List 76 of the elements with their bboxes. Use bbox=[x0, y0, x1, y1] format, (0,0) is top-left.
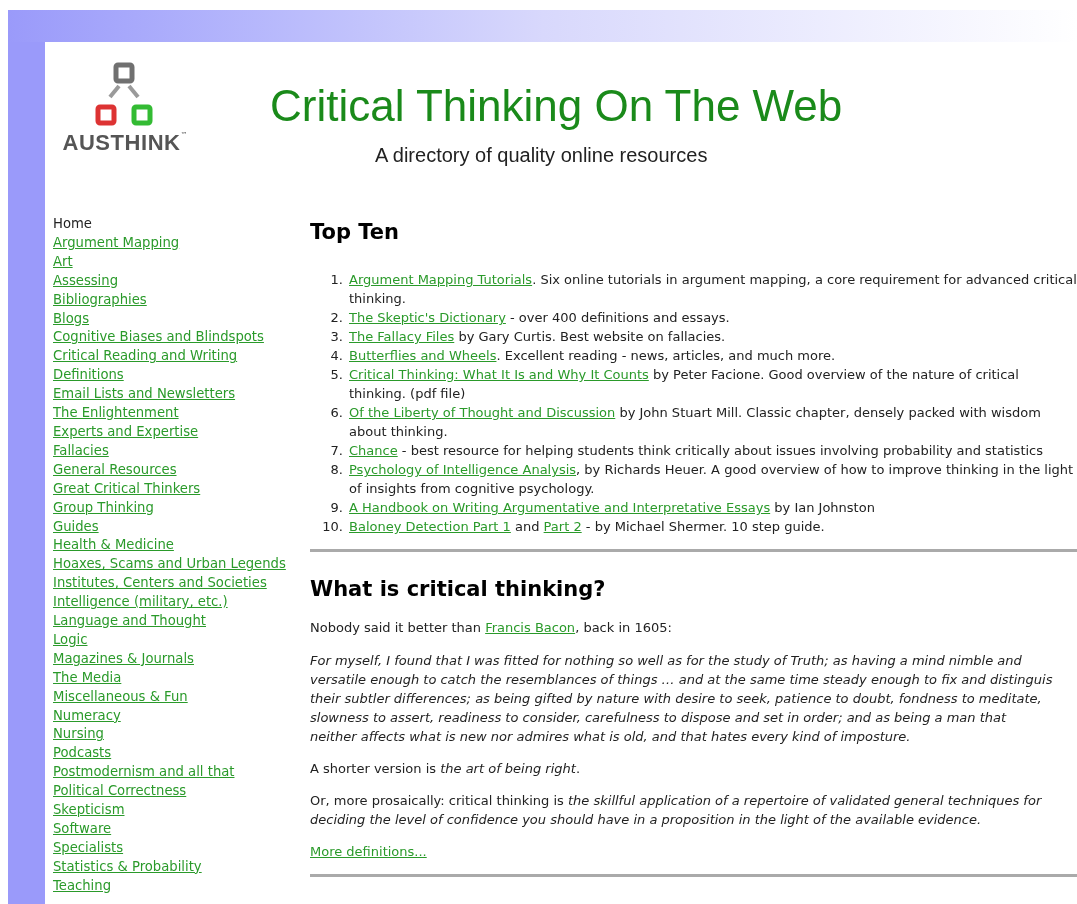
sidebar-link[interactable]: Hoaxes, Scams and Urban Legends bbox=[53, 555, 286, 575]
sidebar-link[interactable]: Cognitive Biases and Blindspots bbox=[53, 328, 264, 348]
list-item-text: Critical Thinking: What It Is and Why It Counts by Peter Facione. Good overview of the nature of critical thinking. (pdf file) bbox=[349, 366, 1020, 403]
sidebar-item[interactable]: Home bbox=[53, 215, 92, 234]
sidebar-link[interactable]: Statistics & Probability bbox=[53, 857, 202, 877]
sidebar-link[interactable]: Numeracy bbox=[53, 706, 121, 726]
sidebar-link[interactable]: Teaching bbox=[53, 876, 111, 896]
list-item-text: Of the Liberty of Thought and Discussion by John Stuart Mill. Classic chapter, densely packed with wisdom about thinking. bbox=[349, 404, 1042, 441]
sidebar-link[interactable]: Experts and Expertise bbox=[53, 422, 199, 442]
quote-paragraph: For myself, I found that I was fitted for nothing so well as for the study of Truth; as having a mind nimble and versatile enough to catch the resemblances of things … and at the same time steady enough to fix and distinguis their subtler differences; as being gifted by nature with desire to seek, patience to doubt, fondness to meditate, slowness to assert, readiness to consider, carefulness to dispose and set in order; and as being a man that neither affects what is new nor admires what is old, and that hates every kind of imposture. bbox=[310, 652, 1054, 746]
sidebar-link[interactable]: Argument Mapping bbox=[53, 233, 180, 253]
list-item-text: A Handbook on Writing Argumentative and Interpretative Essays by Ian Johnston bbox=[349, 499, 875, 517]
link[interactable]: The Fallacy Files bbox=[349, 329, 455, 344]
list-item-text: Chance - best resource for helping students think critically about issues involving probability and statistics bbox=[349, 442, 1044, 460]
link[interactable]: The Skeptic's Dictionary bbox=[349, 310, 506, 325]
list-number: 4. bbox=[329, 347, 344, 365]
sidebar-link[interactable]: Skepticism bbox=[53, 801, 125, 820]
sidebar-link[interactable]: Software bbox=[53, 820, 112, 839]
sidebar-link[interactable]: Podcasts bbox=[53, 744, 112, 764]
list-number: 1. bbox=[329, 271, 344, 289]
list-item-text: The Skeptic's Dictionary - over 400 definitions and essays. bbox=[349, 309, 730, 327]
list-number: 10. bbox=[321, 518, 344, 536]
sidebar-link[interactable]: Logic bbox=[53, 630, 88, 650]
sidebar-link[interactable]: Great Critical Thinkers bbox=[53, 479, 201, 499]
sidebar-link[interactable]: Magazines & Journals bbox=[53, 649, 194, 669]
sidebar-link[interactable]: Guides bbox=[53, 517, 99, 537]
sidebar-link[interactable]: Assessing bbox=[53, 271, 118, 291]
list-number: 5. bbox=[329, 366, 344, 384]
list-number: 2. bbox=[329, 309, 344, 327]
paragraph: Or, more prosaically: critical thinking is the skillful application of a repertoire of validated general techniques for deciding the level of confidence you should have in a proposition in the light of the available evidence. bbox=[310, 792, 1043, 829]
sidebar-link[interactable]: Intelligence (military, etc.) bbox=[53, 593, 228, 613]
logo-text: AUSTHINK bbox=[62, 132, 181, 154]
sidebar-link[interactable]: Bibliographies bbox=[53, 290, 147, 310]
sidebar-link[interactable]: The Enlightenment bbox=[53, 404, 179, 423]
section-heading: What is critical thinking? bbox=[310, 579, 607, 600]
sidebar-link[interactable]: Miscellaneous & Fun bbox=[53, 687, 188, 707]
list-item-text: Butterflies and Wheels. Excellent reading - news, articles, and much more. bbox=[349, 347, 836, 365]
paragraph: A shorter version is the art of being right. bbox=[310, 760, 581, 778]
link[interactable]: A Handbook on Writing Argumentative and Interpretative Essays bbox=[349, 500, 771, 515]
list-number: 9. bbox=[329, 499, 344, 517]
sidebar-link[interactable]: Critical Reading and Writing bbox=[53, 347, 238, 367]
list-number: 6. bbox=[329, 404, 344, 422]
link[interactable]: Of the Liberty of Thought and Discussion bbox=[349, 405, 616, 420]
sidebar-link[interactable]: Health & Medicine bbox=[53, 536, 174, 556]
sidebar-link[interactable]: Language and Thought bbox=[53, 612, 206, 631]
link[interactable]: Critical Thinking: What It Is and Why It Counts bbox=[349, 367, 649, 382]
list-number: 3. bbox=[329, 328, 344, 346]
sidebar-link[interactable]: The Media bbox=[53, 668, 122, 688]
sidebar-link[interactable]: Group Thinking bbox=[53, 498, 154, 518]
site-title: Critical Thinking On The Web bbox=[270, 84, 843, 128]
sidebar-link[interactable]: Email Lists and Newsletters bbox=[53, 385, 236, 405]
link[interactable]: Chance bbox=[349, 443, 398, 458]
list-item-text: The Fallacy Files by Gary Curtis. Best website on fallacies. bbox=[349, 328, 726, 346]
link[interactable]: Part 2 bbox=[543, 519, 582, 534]
sidebar-link[interactable]: Specialists bbox=[53, 838, 124, 858]
section-heading: Top Ten bbox=[310, 222, 401, 243]
sidebar-link[interactable]: Art bbox=[53, 252, 73, 272]
list-item-text: Argument Mapping Tutorials. Six online tutorials in argument mapping, a core requirement for advanced critical thinking. bbox=[349, 271, 1077, 308]
list-number: 7. bbox=[329, 442, 344, 460]
sidebar-link[interactable]: Definitions bbox=[53, 366, 124, 386]
link[interactable]: Baloney Detection Part 1 bbox=[349, 519, 511, 534]
sidebar-link[interactable]: Fallacies bbox=[53, 441, 109, 461]
site-subtitle: A directory of quality online resources bbox=[375, 143, 709, 168]
sidebar-link[interactable]: General Resources bbox=[53, 460, 177, 480]
sidebar-link[interactable]: Political Correctness bbox=[53, 782, 187, 802]
list-item-text: Psychology of Intelligence Analysis, by Richards Heuer. A good overview of how to improve thinking in the light of insights from cognitive psychology. bbox=[349, 461, 1075, 498]
list-number: 8. bbox=[329, 461, 344, 479]
paragraph: Nobody said it better than Francis Bacon, back in 1605: bbox=[310, 620, 672, 635]
link[interactable]: Butterflies and Wheels bbox=[349, 348, 497, 363]
sidebar-link[interactable]: Nursing bbox=[53, 725, 104, 745]
link[interactable]: Francis Bacon bbox=[485, 620, 576, 635]
sidebar-link[interactable]: Postmodernism and all that bbox=[53, 763, 235, 783]
sidebar-link[interactable]: Blogs bbox=[53, 309, 90, 329]
list-item-text: Baloney Detection Part 1 and Part 2 - by Michael Shermer. 10 step guide. bbox=[349, 518, 825, 536]
more-definitions-link[interactable]: More definitions... bbox=[310, 842, 427, 861]
sidebar-link[interactable]: Institutes, Centers and Societies bbox=[53, 574, 267, 594]
